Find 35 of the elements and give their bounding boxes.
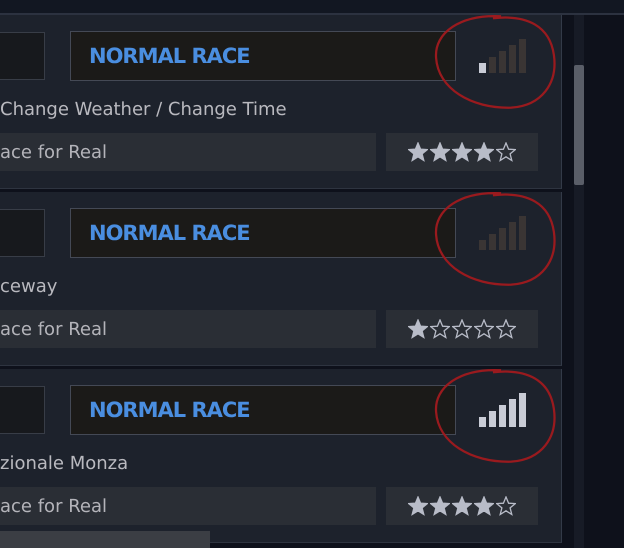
star-filled-icon	[408, 319, 428, 339]
star-filled-icon	[452, 496, 472, 516]
star-empty-icon	[452, 319, 472, 339]
mode-field: NORMAL RACE	[70, 31, 456, 81]
slot-box	[0, 209, 45, 257]
star-empty-icon	[496, 319, 516, 339]
track-name: Change Weather / Change Time	[0, 99, 288, 122]
scrollbar[interactable]	[574, 15, 584, 548]
slot-box	[0, 386, 45, 434]
star-filled-icon	[452, 142, 472, 162]
star-empty-icon	[496, 142, 516, 162]
signal-icon	[478, 39, 528, 73]
scroll-thumb[interactable]	[574, 65, 584, 185]
star-empty-icon	[496, 496, 516, 516]
signal-icon	[478, 216, 528, 250]
race-card[interactable]: NORMAL RACE Change Weather / Change Time ace for Real	[0, 15, 562, 189]
star-empty-icon	[430, 319, 450, 339]
star-filled-icon	[430, 142, 450, 162]
track-name: ceway	[0, 276, 58, 299]
race-type-field: ace for Real	[0, 487, 376, 525]
track-name: zionale Monza	[0, 453, 130, 476]
signal-icon	[478, 393, 528, 427]
mode-field: NORMAL RACE	[70, 208, 456, 258]
star-filled-icon	[408, 496, 428, 516]
star-empty-icon	[474, 319, 494, 339]
race-type-field: ace for Real	[0, 310, 376, 348]
slot-box	[0, 32, 45, 80]
race-type-field: ace for Real	[0, 133, 376, 171]
star-filled-icon	[430, 496, 450, 516]
race-card[interactable]: NORMAL RACE ceway ace for Real	[0, 192, 562, 366]
race-card[interactable]: NORMAL RACE zionale Monza ace for Real	[0, 369, 562, 543]
star-filled-icon	[408, 142, 428, 162]
mode-field: NORMAL RACE	[70, 385, 456, 435]
star-filled-icon	[474, 496, 494, 516]
star-filled-icon	[474, 142, 494, 162]
